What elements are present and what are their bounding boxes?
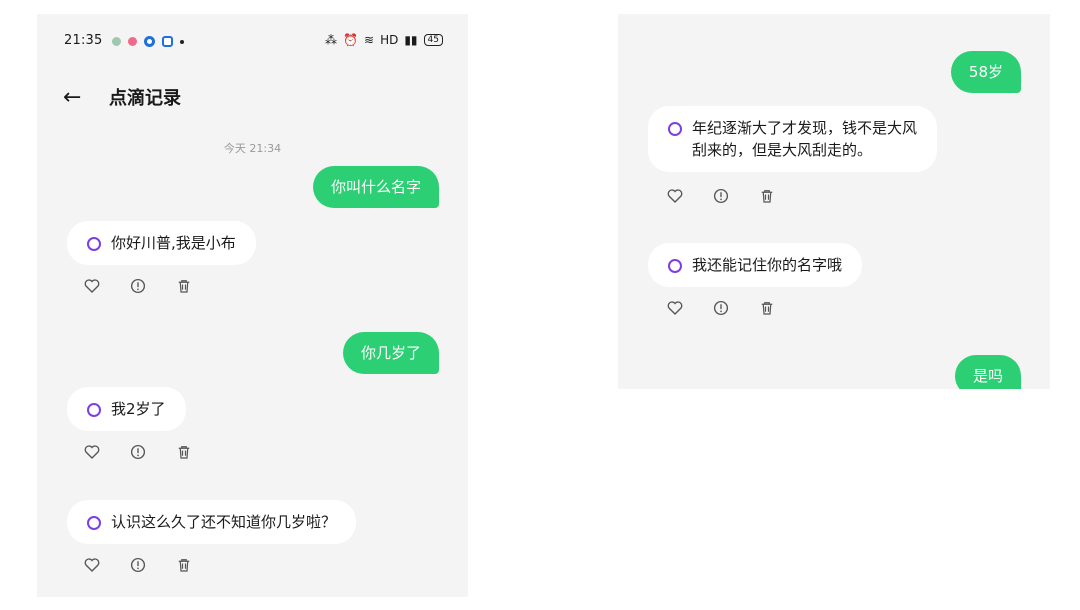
flower-icon [128, 37, 137, 46]
bot-message-text: 我2岁了 [111, 400, 166, 418]
notification-icons [112, 36, 184, 47]
user-message[interactable]: 是吗 [954, 355, 1021, 389]
arrow-left-icon[interactable]: ← [63, 85, 93, 110]
page-header: ← 点滴记录 [63, 82, 181, 112]
status-time: 21:35 [64, 33, 103, 48]
user-message[interactable]: 58岁 [950, 51, 1021, 93]
info-icon[interactable] [712, 187, 730, 205]
page-title: 点滴记录 [109, 88, 181, 109]
info-icon[interactable] [129, 556, 147, 574]
nfc-icon: ⁂ [325, 33, 338, 47]
alarm-icon: ⏰ [343, 33, 358, 47]
status-bar: 21:35 ⁂ ⏰ ≋ HD ▮▮ 45 [64, 32, 443, 52]
assistant-logo-icon [668, 259, 682, 273]
wifi-icon: ≋ [364, 33, 375, 47]
info-icon[interactable] [129, 443, 147, 461]
trash-icon[interactable] [175, 277, 193, 295]
trash-icon[interactable] [175, 443, 193, 461]
info-icon[interactable] [129, 277, 147, 295]
assistant-logo-icon [668, 122, 682, 136]
bot-message-text: 年纪逐渐大了才发现，钱不是大风 刮来的，但是大风刮走的。 [692, 119, 918, 159]
ring-app-icon [144, 36, 155, 47]
heart-icon[interactable] [83, 443, 101, 461]
timestamp: 今天 21:34 [223, 142, 282, 155]
message-actions [83, 277, 193, 295]
bot-message-text: 我还能记住你的名字哦 [692, 256, 843, 274]
left-screenshot: 21:35 ⁂ ⏰ ≋ HD ▮▮ 45 ← 点滴记录 今天 21:34 你叫什… [37, 14, 468, 597]
leaf-icon [112, 37, 121, 46]
heart-icon[interactable] [83, 556, 101, 574]
message-actions [83, 443, 193, 461]
assistant-logo-icon [87, 403, 101, 417]
assistant-logo-icon [87, 237, 101, 251]
signal-icon: ▮▮ [404, 33, 418, 47]
more-dot-icon [180, 39, 184, 44]
message-actions [666, 187, 776, 205]
user-message[interactable]: 你叫什么名字 [312, 166, 439, 208]
message-actions [666, 299, 776, 317]
message-actions [83, 556, 193, 574]
trash-icon[interactable] [175, 556, 193, 574]
square-app-icon [162, 36, 173, 47]
bot-message[interactable]: 你好川普,我是小布 [67, 221, 256, 265]
bot-message[interactable]: 我还能记住你的名字哦 [648, 243, 863, 287]
heart-icon[interactable] [666, 187, 684, 205]
right-screenshot: 58岁 年纪逐渐大了才发现，钱不是大风 刮来的，但是大风刮走的。 我还能记住你的… [618, 14, 1050, 389]
bot-message-text: 认识这么久了还不知道你几岁啦？ [111, 513, 337, 531]
info-icon[interactable] [712, 299, 730, 317]
trash-icon[interactable] [758, 299, 776, 317]
heart-icon[interactable] [666, 299, 684, 317]
trash-icon[interactable] [758, 187, 776, 205]
bot-message[interactable]: 年纪逐渐大了才发现，钱不是大风 刮来的，但是大风刮走的。 [648, 106, 938, 172]
user-message[interactable]: 你几岁了 [342, 332, 439, 374]
bot-message-text: 你好川普,我是小布 [111, 234, 236, 252]
heart-icon[interactable] [83, 277, 101, 295]
bot-message[interactable]: 认识这么久了还不知道你几岁啦？ [67, 500, 357, 544]
battery-icon: 45 [423, 34, 443, 46]
system-icons: ⁂ ⏰ ≋ HD ▮▮ 45 [325, 33, 443, 47]
assistant-logo-icon [87, 516, 101, 530]
hd-label: HD [380, 33, 399, 47]
bot-message[interactable]: 我2岁了 [67, 387, 186, 431]
